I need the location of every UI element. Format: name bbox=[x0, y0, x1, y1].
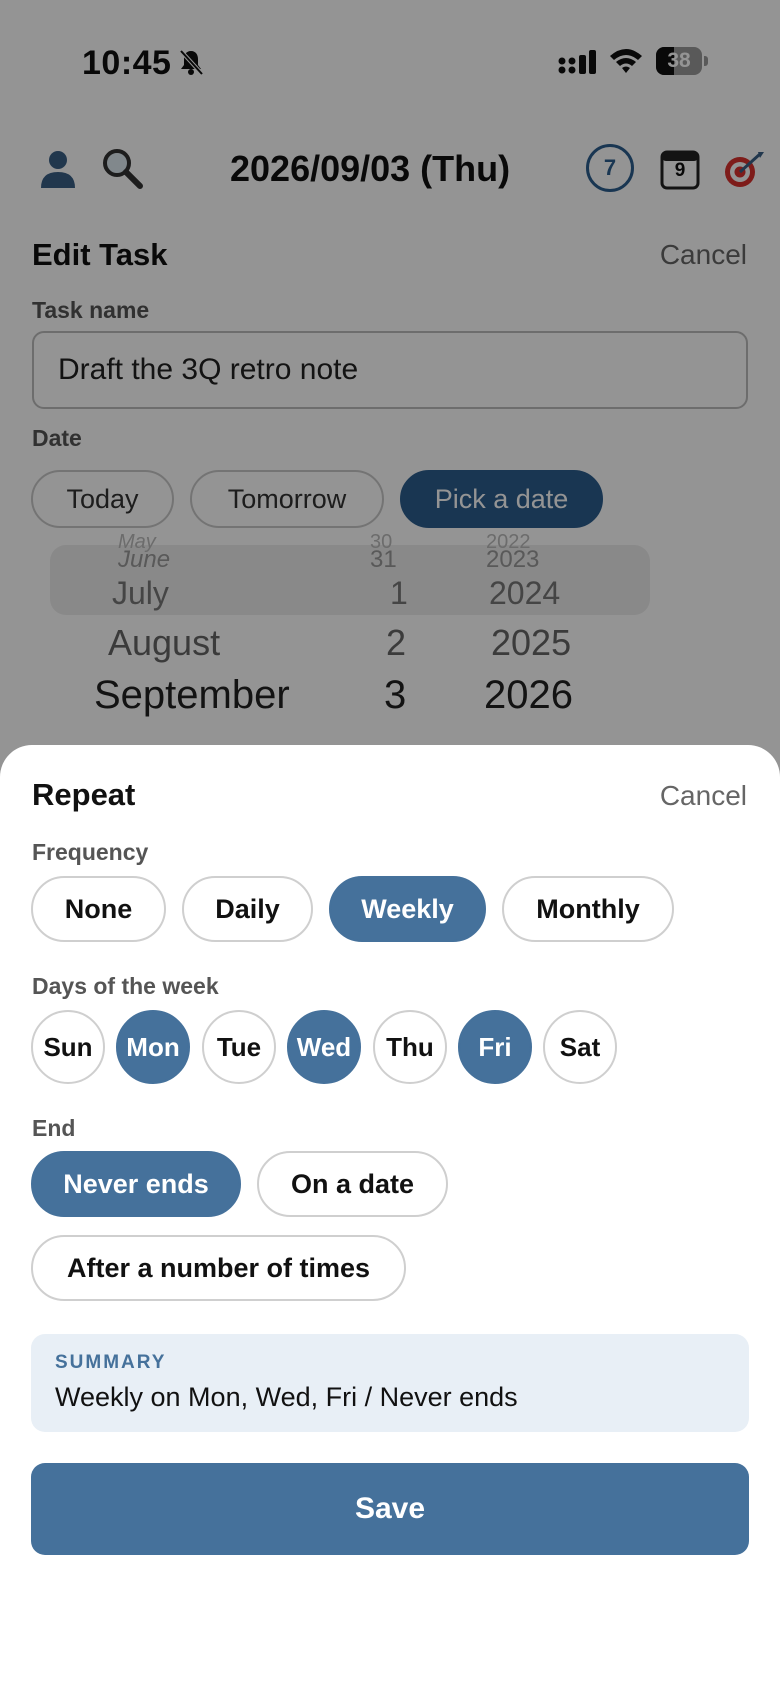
repeat-sheet: Repeat Cancel Frequency None Daily Weekl… bbox=[0, 745, 780, 1695]
day-fri-button[interactable]: Fri bbox=[458, 1010, 532, 1084]
end-never-button[interactable]: Never ends bbox=[31, 1151, 241, 1217]
day-mon-button[interactable]: Mon bbox=[116, 1010, 190, 1084]
summary-box: SUMMARY Weekly on Mon, Wed, Fri / Never … bbox=[31, 1334, 749, 1432]
end-after-times-button[interactable]: After a number of times bbox=[31, 1235, 406, 1301]
repeat-title: Repeat bbox=[32, 777, 136, 812]
save-button[interactable]: Save bbox=[31, 1463, 749, 1555]
frequency-monthly-button[interactable]: Monthly bbox=[502, 876, 674, 942]
end-label: End bbox=[32, 1115, 76, 1141]
days-of-week-label: Days of the week bbox=[32, 973, 219, 999]
day-sat-button[interactable]: Sat bbox=[543, 1010, 617, 1084]
summary-text: Weekly on Mon, Wed, Fri / Never ends bbox=[55, 1382, 518, 1412]
day-thu-button[interactable]: Thu bbox=[373, 1010, 447, 1084]
frequency-none-button[interactable]: None bbox=[31, 876, 166, 942]
frequency-label: Frequency bbox=[32, 839, 149, 865]
frequency-weekly-button[interactable]: Weekly bbox=[329, 876, 486, 942]
repeat-cancel-button[interactable]: Cancel bbox=[660, 780, 747, 812]
end-on-date-button[interactable]: On a date bbox=[257, 1151, 448, 1217]
day-tue-button[interactable]: Tue bbox=[202, 1010, 276, 1084]
day-sun-button[interactable]: Sun bbox=[31, 1010, 105, 1084]
summary-label: SUMMARY bbox=[55, 1352, 167, 1373]
day-wed-button[interactable]: Wed bbox=[287, 1010, 361, 1084]
frequency-daily-button[interactable]: Daily bbox=[182, 876, 313, 942]
